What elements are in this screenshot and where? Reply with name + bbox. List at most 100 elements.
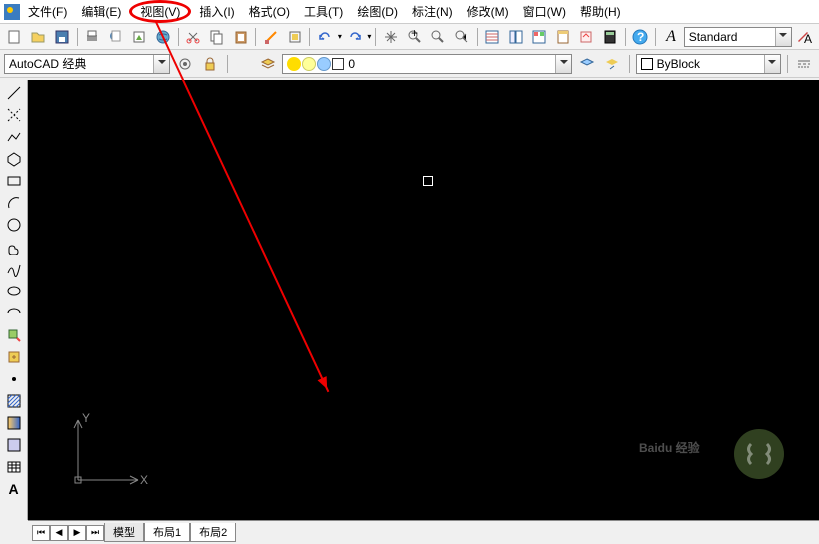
cut-icon[interactable] [183,26,205,48]
tab-next-icon[interactable]: ▶ [68,525,86,541]
design-center-icon[interactable] [505,26,527,48]
undo-dropdown-icon[interactable]: ▾ [338,32,342,41]
menu-format[interactable]: 格式(O) [243,2,296,21]
edittext-icon[interactable]: A [794,26,816,48]
arc-icon[interactable] [2,192,26,214]
region-icon[interactable] [2,434,26,456]
watermark: Baidu 经验 [639,424,799,490]
color-dropdown[interactable]: ByBlock [636,54,781,74]
layer-freeze-icon [302,57,316,71]
menu-dim[interactable]: 标注(N) [406,2,459,21]
svg-text:X: X [140,473,148,487]
separator [787,55,788,73]
tab-model[interactable]: 模型 [104,523,144,542]
menu-window[interactable]: 窗口(W) [517,2,572,21]
new-icon[interactable] [4,26,26,48]
separator [178,28,179,46]
rectangle-icon[interactable] [2,170,26,192]
xline-icon[interactable] [2,104,26,126]
separator [77,28,78,46]
linetype-icon[interactable] [794,53,815,75]
chevron-down-icon [764,55,780,73]
drawing-area[interactable]: Y X Baidu 经验 [28,80,819,520]
publish-icon[interactable] [129,26,151,48]
separator [227,55,228,73]
layer-states-icon[interactable] [576,53,597,75]
zoom-window-icon[interactable] [427,26,449,48]
chevron-down-icon [775,28,791,46]
menu-insert[interactable]: 插入(I) [193,2,240,21]
layer-on-icon [287,57,301,71]
separator [655,28,656,46]
menu-modify[interactable]: 修改(M) [461,2,515,21]
table-icon[interactable] [2,456,26,478]
copy-icon[interactable] [206,26,228,48]
app-icon [4,4,20,20]
separator [629,55,630,73]
lock-ui-icon[interactable] [200,53,221,75]
zoom-prev-icon[interactable] [451,26,473,48]
layer-color-icon [332,58,344,70]
gradient-icon[interactable] [2,412,26,434]
insert-block-icon[interactable] [2,324,26,346]
polygon-icon[interactable] [2,148,26,170]
hatch-icon[interactable] [2,390,26,412]
polyline-icon[interactable] [2,126,26,148]
spline-icon[interactable] [2,258,26,280]
pan-icon[interactable] [380,26,402,48]
side-toolbar: A [0,80,28,520]
save-icon[interactable] [51,26,73,48]
tab-last-icon[interactable]: ⏭ [86,525,104,541]
block-icon[interactable] [284,26,306,48]
text-style-dropdown[interactable]: Standard [684,27,792,47]
tab-layout1[interactable]: 布局1 [144,523,190,542]
menu-file[interactable]: 文件(F) [22,2,73,21]
menu-bar: 文件(F) 编辑(E) 视图(V) 插入(I) 格式(O) 工具(T) 绘图(D… [0,0,819,24]
workspace-dropdown[interactable]: AutoCAD 经典 [4,54,170,74]
color-value: ByBlock [657,57,700,71]
properties-icon[interactable] [482,26,504,48]
tool-palette-icon[interactable] [529,26,551,48]
textstyle-icon[interactable]: A [660,26,682,48]
redo-icon[interactable] [344,26,366,48]
tab-first-icon[interactable]: ⏮ [32,525,50,541]
zoom-rt-icon[interactable]: + [404,26,426,48]
match-icon[interactable] [260,26,282,48]
tab-prev-icon[interactable]: ◀ [50,525,68,541]
calc-icon[interactable] [599,26,621,48]
ellipse-icon[interactable] [2,280,26,302]
layer-dropdown[interactable]: 0 [282,54,572,74]
line-icon[interactable] [2,82,26,104]
sheet-icon[interactable] [552,26,574,48]
revcloud-icon[interactable] [2,236,26,258]
print-icon[interactable] [82,26,104,48]
open-icon[interactable] [28,26,50,48]
layer-lock-icon [317,57,331,71]
redo-dropdown-icon[interactable]: ▾ [367,32,371,41]
workspace-value: AutoCAD 经典 [9,55,86,72]
menu-view[interactable]: 视图(V) [129,0,191,23]
mtext-icon[interactable]: A [2,478,26,500]
point-icon[interactable] [2,368,26,390]
undo-icon[interactable] [314,26,336,48]
layer-prev-icon[interactable] [601,53,622,75]
tab-layout2[interactable]: 布局2 [190,523,236,542]
menu-edit[interactable]: 编辑(E) [75,2,127,21]
markup-icon[interactable] [576,26,598,48]
menu-draw[interactable]: 绘图(D) [351,2,404,21]
layer-value: 0 [348,57,355,71]
menu-help[interactable]: 帮助(H) [574,2,627,21]
cursor-marker [423,176,433,186]
layer-manager-icon[interactable] [257,53,278,75]
circle-icon[interactable] [2,214,26,236]
paste-icon[interactable] [230,26,252,48]
preview-icon[interactable] [105,26,127,48]
svg-text:+: + [411,29,418,40]
make-block-icon[interactable] [2,346,26,368]
svg-text:?: ? [637,30,644,44]
ellipse-arc-icon[interactable] [2,302,26,324]
help-icon[interactable]: ? [630,26,652,48]
chevron-down-icon [555,55,571,73]
menu-tools[interactable]: 工具(T) [298,2,349,21]
layout-tabs: ⏮ ◀ ▶ ⏭ 模型 布局1 布局2 [28,520,819,544]
